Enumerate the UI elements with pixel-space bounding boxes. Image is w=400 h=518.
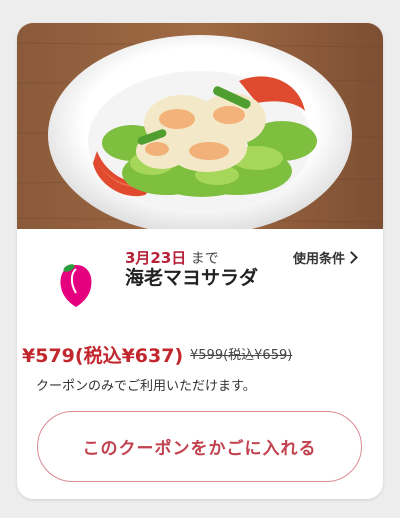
coupon-card: 3月23日 まで 海老マヨサラダ 使用条件 ¥579(税込¥637) ¥599(… — [17, 23, 383, 499]
usage-note: クーポンのみでご利用いただけます。 — [36, 379, 256, 394]
terms-label: 使用条件 — [293, 252, 346, 267]
restaurant-logo — [45, 259, 107, 325]
product-photo — [17, 23, 383, 229]
original-price: ¥599(税込¥659) — [190, 348, 293, 363]
chevron-right-icon — [345, 251, 358, 264]
terms-link[interactable]: 使用条件 — [293, 248, 358, 267]
add-to-cart-button[interactable]: このクーポンをかごに入れる — [37, 411, 362, 482]
product-name: 海老マヨサラダ — [125, 267, 259, 289]
current-price: ¥579(税込¥637) — [22, 345, 184, 367]
peach-logo-icon — [60, 264, 92, 307]
add-to-cart-label: このクーポンをかごに入れる — [82, 439, 317, 459]
